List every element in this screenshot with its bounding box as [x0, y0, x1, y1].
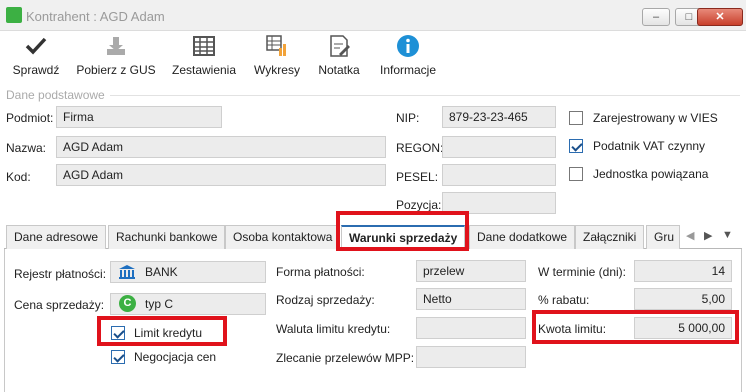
pesel-field[interactable]: [442, 164, 556, 186]
tab-dane-adresowe[interactable]: Dane adresowe: [6, 225, 107, 249]
minimize-button[interactable]: –: [642, 8, 670, 26]
waluta-label: Waluta limitu kredytu:: [276, 322, 391, 336]
powiazana-checkbox[interactable]: [569, 167, 583, 181]
regon-label: REGON:: [396, 141, 444, 155]
rabat-field[interactable]: 5,00: [634, 288, 732, 310]
waluta-select[interactable]: [416, 317, 526, 339]
check-button[interactable]: Sprawdź: [10, 34, 62, 84]
charts-button-label: Wykresy: [254, 63, 300, 77]
nazwa-field[interactable]: AGD Adam: [56, 136, 386, 158]
vies-label: Zarejestrowany w VIES: [593, 111, 718, 125]
podmiot-label: Podmiot:: [6, 111, 54, 125]
tab-rachunki-bankowe[interactable]: Rachunki bankowe: [108, 225, 226, 249]
check-icon: [25, 37, 47, 55]
rodzaj-select[interactable]: Netto: [416, 288, 526, 310]
vies-checkbox[interactable]: [569, 111, 583, 125]
section-title: Dane podstawowe: [6, 88, 105, 102]
tab-grupy[interactable]: Gru: [646, 225, 680, 249]
tab-scroll-left-icon[interactable]: ◀: [686, 229, 694, 242]
app-icon: [6, 7, 22, 23]
cena-label: Cena sprzedaży:: [14, 298, 105, 312]
download-icon: [107, 37, 125, 55]
pozycja-label: Pozycja:: [396, 198, 442, 212]
kod-field[interactable]: AGD Adam: [56, 164, 386, 186]
rejestr-label: Rejestr płatności:: [14, 267, 107, 281]
close-button[interactable]: ✕: [697, 8, 743, 26]
negocjacja-checkbox[interactable]: [111, 350, 125, 364]
note-button[interactable]: Notatka: [315, 34, 363, 84]
nazwa-label: Nazwa:: [6, 141, 47, 155]
tab-zalaczniki[interactable]: Załączniki: [575, 225, 645, 249]
rabat-label: % rabatu:: [538, 293, 590, 307]
mpp-label: Zlecanie przelewów MPP:: [276, 351, 415, 365]
info-icon: [397, 35, 419, 57]
highlight-kwota-limitu: [532, 310, 739, 344]
podmiot-select[interactable]: Firma: [56, 106, 222, 128]
mpp-select[interactable]: [416, 346, 526, 368]
statements-button-label: Zestawienia: [171, 63, 237, 77]
info-button[interactable]: Informacje: [377, 34, 439, 84]
highlight-limit-kredytu: [97, 316, 227, 346]
nip-field[interactable]: 879-23-23-465: [442, 106, 556, 128]
tab-scroll-right-icon[interactable]: ▶: [704, 229, 712, 242]
charts-button[interactable]: Wykresy: [251, 34, 303, 84]
info-button-label: Informacje: [379, 63, 437, 77]
section-divider: [110, 95, 740, 96]
negocjacja-label: Negocjacja cen: [134, 350, 217, 364]
powiazana-label: Jednostka powiązana: [593, 167, 709, 181]
regon-field[interactable]: [442, 136, 556, 158]
table-icon: [193, 36, 215, 56]
chart-icon: [266, 35, 286, 56]
bank-icon: [119, 265, 135, 279]
price-type-badge: C: [119, 295, 136, 312]
statements-button[interactable]: Zestawienia: [170, 34, 238, 84]
tab-dane-dodatkowe[interactable]: Dane dodatkowe: [469, 225, 576, 249]
termin-field[interactable]: 14: [634, 260, 732, 282]
check-button-label: Sprawdź: [12, 63, 60, 77]
kod-label: Kod:: [6, 170, 31, 184]
title-bar: Kontrahent : AGD Adam – □ ✕: [0, 0, 746, 31]
tab-menu-icon[interactable]: ▼: [722, 229, 733, 241]
gus-button[interactable]: Pobierz z GUS: [76, 34, 156, 84]
vat-checkbox[interactable]: [569, 139, 583, 153]
tab-osoba-kontaktowa[interactable]: Osoba kontaktowa: [225, 225, 341, 249]
gus-button-label: Pobierz z GUS: [76, 63, 156, 77]
termin-label: W terminie (dni):: [538, 265, 627, 279]
forma-label: Forma płatności:: [276, 265, 365, 279]
nip-label: NIP:: [396, 111, 420, 125]
note-button-label: Notatka: [318, 63, 360, 77]
window-title: Kontrahent : AGD Adam: [26, 9, 165, 24]
rodzaj-label: Rodzaj sprzedaży:: [276, 293, 375, 307]
highlight-tab-warunki: [336, 211, 469, 251]
note-icon: [330, 35, 350, 57]
vat-label: Podatnik VAT czynny: [593, 139, 706, 153]
forma-select[interactable]: przelew: [416, 260, 526, 282]
pesel-label: PESEL:: [396, 170, 439, 184]
